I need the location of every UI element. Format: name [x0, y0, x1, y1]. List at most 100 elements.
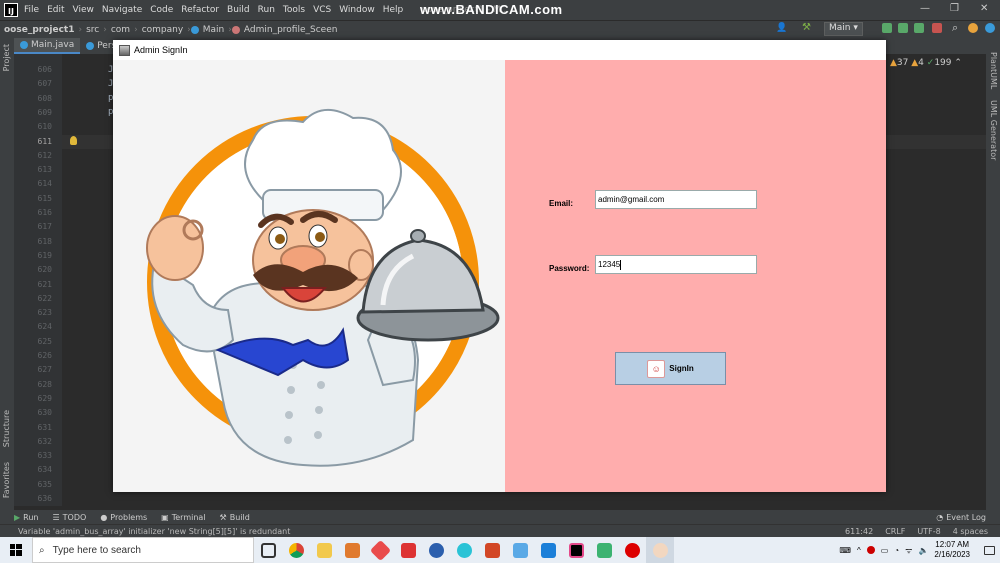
email-field[interactable]: admin@gmail.com	[595, 190, 757, 209]
coverage-icon[interactable]	[914, 23, 924, 33]
password-label: Password:	[549, 264, 590, 273]
status-message: Variable 'admin_bus_array' initializer '…	[18, 526, 291, 536]
breadcrumb-main[interactable]: Main	[199, 25, 229, 35]
terminal-icon: ▣	[161, 512, 169, 522]
menu-code[interactable]: Code	[150, 5, 173, 15]
uml-generator-tool-button[interactable]: UML Generator	[989, 100, 998, 160]
problems-tool-button[interactable]: ● Problems	[100, 513, 147, 522]
line-number: 608	[37, 93, 52, 103]
menu-edit[interactable]: Edit	[47, 5, 64, 15]
menu-tools[interactable]: Tools	[283, 5, 305, 15]
file-explorer-icon[interactable]	[310, 537, 338, 563]
password-field[interactable]: 12345	[595, 255, 757, 274]
translate-icon[interactable]	[422, 537, 450, 563]
java-app-icon[interactable]	[646, 537, 674, 563]
text-caret	[620, 259, 622, 270]
bandicam-icon[interactable]	[618, 537, 646, 563]
file-encoding[interactable]: UTF-8	[917, 527, 940, 536]
plantuml-tool-button[interactable]: PlantUML	[989, 52, 998, 89]
run-tool-button[interactable]: ▶ Run	[14, 513, 39, 522]
taskbar-clock[interactable]: 12:07 AM 2/16/2023	[934, 540, 970, 560]
chrome-icon[interactable]	[282, 537, 310, 563]
minimize-icon[interactable]: —	[920, 3, 930, 14]
cloud-app-icon[interactable]	[506, 537, 534, 563]
user-icon[interactable]: 👤	[776, 23, 788, 33]
menu-file[interactable]: File	[24, 5, 39, 15]
canva-icon[interactable]	[450, 537, 478, 563]
line-number: 610	[37, 122, 52, 132]
line-number: 606	[37, 65, 52, 74]
breadcrumb-company[interactable]: company	[138, 25, 187, 35]
start-button[interactable]	[0, 537, 32, 563]
caret-position[interactable]: 611:42	[845, 527, 873, 536]
menu-help[interactable]: Help	[383, 5, 404, 15]
tab-main-java[interactable]: Main.java	[14, 38, 81, 54]
volume-icon[interactable]: 🔈	[918, 546, 928, 555]
tool-window-bar: ▶ Run ☰ TODO ● Problems ▣ Terminal ⚒ Build ◔ E…	[0, 510, 1000, 524]
media-app-icon[interactable]	[590, 537, 618, 563]
breadcrumb-com[interactable]: com	[107, 25, 134, 35]
menu-run[interactable]: Run	[258, 5, 275, 15]
line-number: 613	[37, 165, 52, 175]
menu-view[interactable]: View	[73, 5, 94, 15]
event-log-button[interactable]: ◔ Event Log	[936, 513, 986, 522]
project-tool-button[interactable]: Project	[2, 44, 11, 71]
breadcrumb-src[interactable]: src	[82, 25, 103, 35]
list-icon: ☰	[52, 512, 60, 522]
indent-setting[interactable]: 4 spaces	[953, 527, 988, 536]
line-number: 615	[37, 193, 52, 203]
line-number: 635	[37, 479, 52, 489]
line-separator[interactable]: CRLF	[885, 527, 905, 536]
stop-icon[interactable]	[932, 23, 942, 33]
office-app-icon[interactable]	[338, 537, 366, 563]
shield-app-icon[interactable]	[394, 537, 422, 563]
record-icon[interactable]	[866, 546, 875, 554]
line-number: 634	[37, 465, 52, 475]
run-config-select[interactable]: Main ▾	[824, 22, 863, 36]
star-app-icon[interactable]	[366, 537, 394, 563]
plugin-icon[interactable]	[985, 23, 995, 33]
todo-tool-button[interactable]: ☰ TODO	[53, 513, 87, 522]
notification-icon[interactable]	[978, 537, 1000, 563]
favorites-tool-button[interactable]: Favorites	[2, 462, 11, 498]
inspection-widget[interactable]: ▲37 ▲4 ✓199 ⌃	[890, 58, 962, 68]
signin-label: SignIn	[669, 364, 694, 373]
network-icon[interactable]: ◔	[894, 546, 899, 555]
hammer-icon[interactable]: ⚒	[802, 22, 811, 33]
line-number: 609	[37, 107, 52, 117]
tool-label: Terminal	[171, 512, 206, 522]
menu-window[interactable]: Window	[339, 5, 375, 15]
debug-icon[interactable]	[898, 23, 908, 33]
build-tool-button[interactable]: ⚒ Build	[220, 513, 250, 522]
structure-tool-button[interactable]: Structure	[2, 410, 11, 447]
keyboard-icon[interactable]: ⌨	[839, 546, 851, 555]
photos-icon[interactable]	[534, 537, 562, 563]
terminal-tool-button[interactable]: ▣ Terminal	[161, 513, 205, 522]
menu-navigate[interactable]: Navigate	[102, 5, 142, 15]
menu-refactor[interactable]: Refactor	[181, 5, 219, 15]
breadcrumb-method[interactable]: Admin_profile_Sceen	[240, 25, 342, 35]
search-icon[interactable]: ⌕	[952, 21, 958, 35]
chevron-up-icon[interactable]: ^	[857, 546, 861, 555]
task-view-icon[interactable]	[254, 537, 282, 563]
powerpoint-icon[interactable]	[478, 537, 506, 563]
lightbulb-icon[interactable]	[70, 136, 77, 145]
menu-build[interactable]: Build	[227, 5, 250, 15]
update-icon[interactable]	[968, 23, 978, 33]
breadcrumb-project[interactable]: oose_project1	[0, 25, 78, 35]
wifi-icon[interactable]: ᯤ	[905, 545, 912, 556]
close-window-icon[interactable]: ✕	[980, 3, 988, 14]
run-icon[interactable]	[882, 23, 892, 33]
method-icon	[231, 25, 240, 34]
signin-button[interactable]: ☺ SignIn	[615, 352, 726, 385]
tab-label: Main.java	[31, 40, 75, 50]
intellij-icon[interactable]	[562, 537, 590, 563]
taskbar-search-input[interactable]: ⌕ Type here to search	[32, 537, 254, 563]
maximize-icon[interactable]: ❐	[950, 3, 959, 14]
run-icon: ▶	[14, 512, 21, 522]
chevron-up-icon[interactable]: ⌃	[954, 58, 962, 68]
warnings-count: 37	[896, 58, 909, 68]
menu-vcs[interactable]: VCS	[313, 5, 331, 15]
password-value: 12345	[598, 260, 621, 269]
battery-icon[interactable]: ▭	[881, 546, 889, 555]
